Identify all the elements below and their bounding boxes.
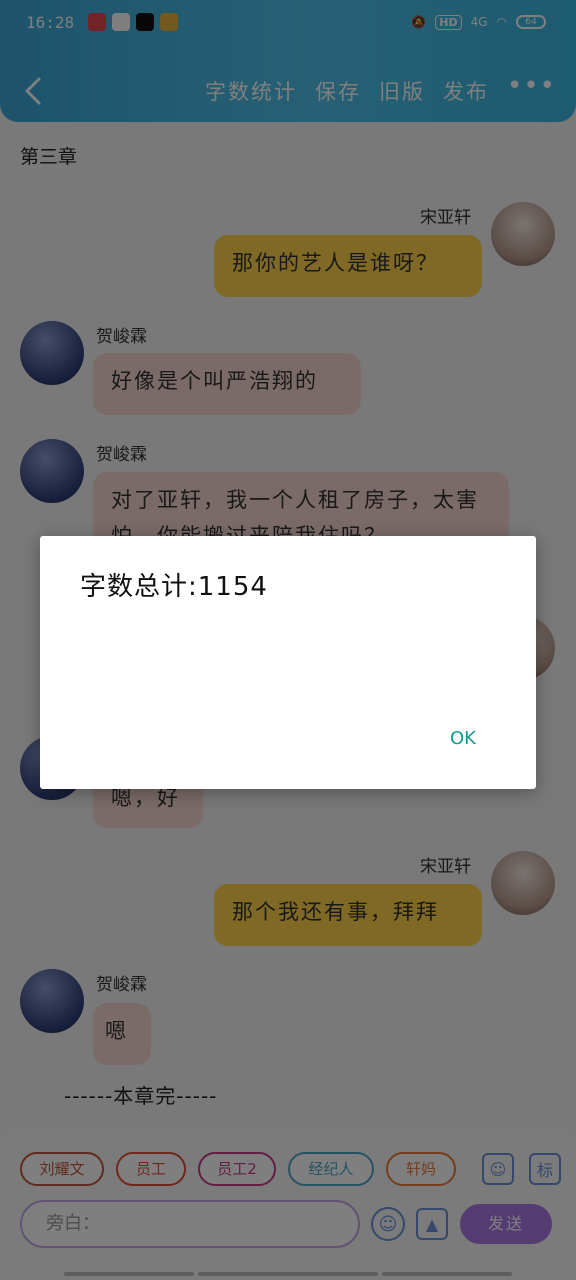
dialog-message: 字数总计:1154 [80, 572, 268, 602]
ok-button[interactable]: OK [450, 728, 476, 749]
word-count-dialog: 字数总计:1154 OK [40, 536, 536, 789]
